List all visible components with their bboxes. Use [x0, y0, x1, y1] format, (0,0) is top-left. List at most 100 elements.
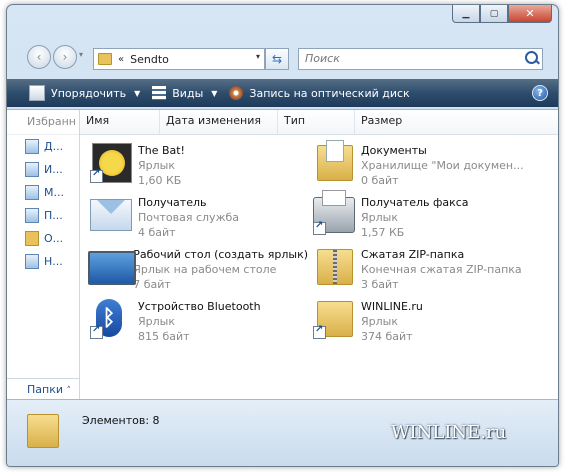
column-size[interactable]: Размер — [355, 110, 435, 134]
nav-item-network[interactable]: Н... — [7, 250, 79, 273]
file-name: WINLINE.ru — [361, 300, 423, 313]
file-size: 1,57 КБ — [361, 226, 405, 239]
caption-buttons: ▁ ▢ ✕ — [452, 5, 552, 23]
nav-item-music[interactable]: М... — [7, 181, 79, 204]
nav-item-pictures[interactable]: И... — [7, 158, 79, 181]
explorer-window: ▁ ▢ ✕ ‹ › ▾ « Sendto ▾ ⇆ Упорядочить ▼ В… — [6, 4, 559, 467]
shortcut-arrow-icon — [90, 324, 103, 339]
file-item[interactable]: Документы Хранилище "Мои докумен... 0 ба… — [309, 139, 531, 189]
navigation-pane: Избранн Д... И... М... П... О... Н... Па… — [7, 110, 80, 400]
search-icon[interactable] — [525, 51, 538, 64]
recent-pages-dropdown[interactable]: ▾ — [79, 50, 83, 59]
search-box[interactable] — [298, 48, 543, 70]
file-name: Рабочий стол (создать ярлык) — [133, 248, 308, 261]
navigation-bar: ‹ › ▾ « Sendto ▾ ⇆ — [7, 27, 558, 75]
documents-icon — [25, 139, 39, 154]
organize-button[interactable]: Упорядочить ▼ — [7, 79, 146, 107]
file-item[interactable]: The Bat! Ярлык 1,60 КБ — [86, 139, 308, 189]
file-size: 0 байт — [361, 174, 399, 187]
searches-icon — [25, 208, 39, 223]
watermark: WINLINE.ru — [391, 422, 507, 443]
file-size: 3 байт — [361, 278, 399, 291]
file-name: Устройство Bluetooth — [138, 300, 261, 313]
file-type: Конечная сжатая ZIP-папка — [361, 263, 522, 276]
file-item[interactable]: WINLINE.ru Ярлык 374 байт — [309, 295, 531, 345]
mail-recipient-icon — [86, 191, 134, 239]
refresh-icon[interactable]: ⇆ — [265, 48, 289, 70]
fax-icon — [309, 190, 357, 239]
nav-item-searches[interactable]: П... — [7, 204, 79, 227]
file-size: 1,60 КБ — [138, 174, 182, 187]
thebat-icon — [86, 139, 134, 187]
column-name[interactable]: Имя — [80, 110, 160, 134]
chevron-down-icon: ▼ — [134, 88, 141, 98]
file-type: Почтовая служба — [138, 211, 239, 224]
folders-toggle[interactable]: Папки ˄ — [7, 378, 79, 400]
column-type[interactable]: Тип — [278, 110, 355, 134]
desktop-icon — [86, 243, 136, 291]
file-name: Получатель факса — [361, 196, 469, 209]
music-icon — [25, 185, 39, 200]
address-bar[interactable]: « Sendto ▾ — [93, 48, 265, 70]
address-chevron[interactable]: « — [118, 54, 124, 65]
nav-item-label: О... — [44, 232, 64, 245]
folder-icon — [98, 53, 112, 65]
nav-item-label: М... — [44, 186, 64, 199]
folder-icon — [25, 231, 39, 246]
forward-button[interactable]: › — [53, 45, 77, 69]
minimize-button[interactable]: ▁ — [452, 5, 480, 23]
column-date[interactable]: Дата изменения — [160, 110, 278, 134]
close-button[interactable]: ✕ — [508, 5, 552, 23]
nav-item-label: Н... — [44, 255, 63, 268]
help-icon[interactable]: ? — [532, 85, 548, 101]
file-type: Ярлык — [361, 211, 398, 224]
nav-item-documents[interactable]: Д... — [7, 135, 79, 158]
views-button[interactable]: Виды ▼ — [146, 79, 223, 107]
burn-disc-icon — [229, 86, 244, 100]
command-bar: Упорядочить ▼ Виды ▼ Запись на оптически… — [7, 79, 558, 107]
network-icon — [25, 254, 39, 269]
file-size: 374 байт — [361, 330, 413, 343]
file-name: Сжатая ZIP-папка — [361, 248, 465, 261]
content-area: Избранн Д... И... М... П... О... Н... Па… — [7, 109, 558, 400]
details-pane: Элементов: 8 WINLINE.ru — [7, 399, 558, 466]
favorites-header: Избранн — [7, 110, 79, 135]
nav-item-public[interactable]: О... — [7, 227, 79, 250]
file-type: Ярлык — [138, 315, 175, 328]
file-type: Ярлык — [361, 315, 398, 328]
maximize-button[interactable]: ▢ — [480, 5, 508, 23]
nav-item-label: И... — [44, 163, 63, 176]
item-count: Элементов: 8 — [82, 414, 160, 427]
address-path[interactable]: Sendto — [130, 53, 169, 66]
folder-icon — [27, 414, 59, 448]
views-icon — [152, 86, 167, 100]
burn-label: Запись на оптический диск — [249, 86, 410, 100]
file-size: 7 байт — [133, 278, 171, 291]
file-name: The Bat! — [138, 144, 185, 157]
pictures-icon — [25, 162, 39, 177]
search-input[interactable] — [299, 49, 515, 67]
file-item[interactable]: Получатель факса Ярлык 1,57 КБ — [309, 190, 531, 241]
bluetooth-icon: ᛒ — [86, 295, 134, 343]
file-type: Ярлык на рабочем столе — [133, 263, 277, 276]
nav-item-label: Д... — [44, 140, 64, 153]
chevron-up-icon: ˄ — [66, 386, 72, 396]
burn-button[interactable]: Запись на оптический диск — [223, 79, 415, 107]
file-size: 4 байт — [138, 226, 176, 239]
shortcut-arrow-icon — [90, 168, 103, 183]
address-dropdown[interactable]: ▾ — [256, 52, 260, 61]
file-item[interactable]: Получатель Почтовая служба 4 байт — [86, 191, 308, 241]
back-button[interactable]: ‹ — [27, 45, 51, 69]
views-label: Виды — [172, 86, 204, 100]
file-item[interactable]: Сжатая ZIP-папка Конечная сжатая ZIP-пап… — [309, 243, 531, 293]
zip-folder-icon — [309, 243, 357, 291]
file-item[interactable]: ᛒ Устройство Bluetooth Ярлык 815 байт — [86, 295, 308, 345]
file-name: Документы — [361, 144, 427, 157]
shortcut-arrow-icon — [313, 324, 326, 339]
organize-icon — [29, 85, 45, 101]
chevron-down-icon: ▼ — [211, 88, 218, 98]
file-size: 815 байт — [138, 330, 190, 343]
file-item[interactable]: Рабочий стол (создать ярлык) Ярлык на ра… — [86, 243, 308, 293]
documents-folder-icon — [309, 139, 357, 187]
file-type: Ярлык — [138, 159, 175, 172]
